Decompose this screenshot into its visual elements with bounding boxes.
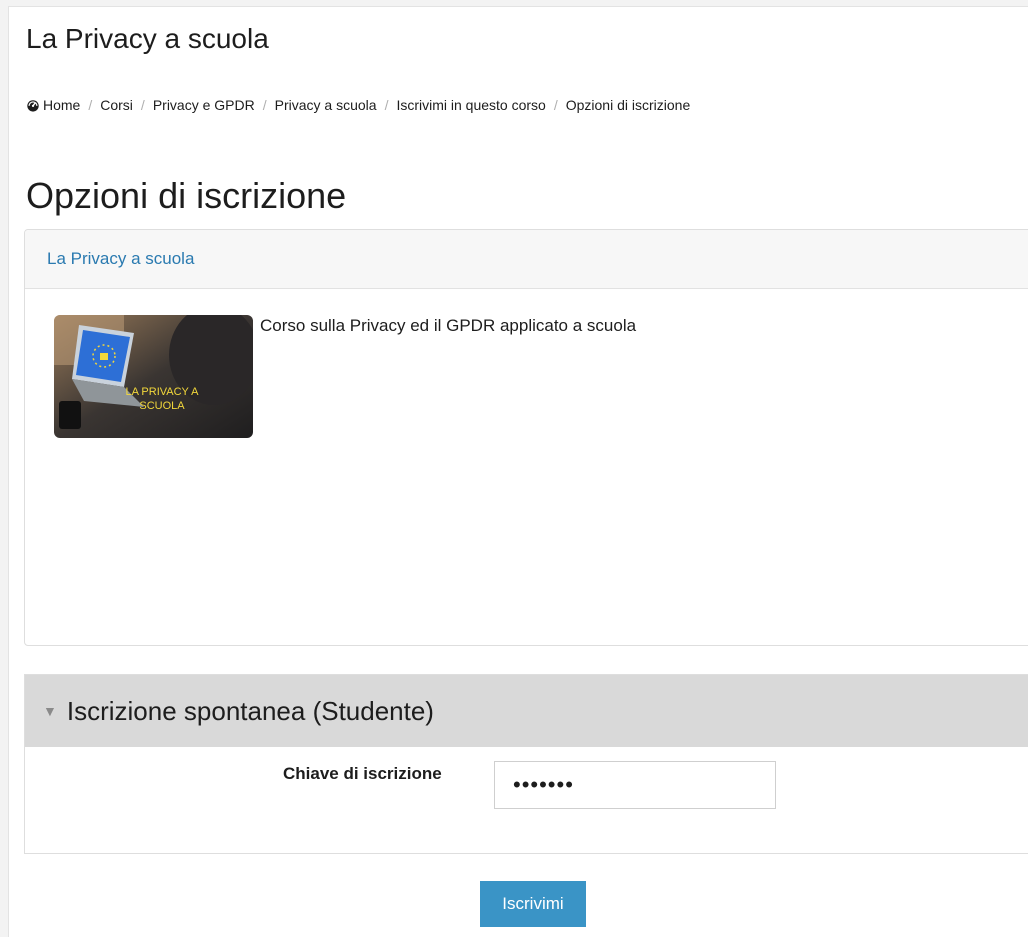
enrolment-key-label: Chiave di iscrizione (283, 764, 442, 783)
breadcrumb-item-category[interactable]: Privacy e GPDR (153, 97, 255, 113)
course-summary: Corso sulla Privacy ed il GPDR applicato… (260, 316, 637, 335)
breadcrumb-item-course[interactable]: Privacy a scuola (275, 97, 377, 113)
course-link[interactable]: La Privacy a scuola (47, 249, 194, 269)
breadcrumb-separator: / (553, 97, 558, 113)
breadcrumb-separator: / (140, 97, 145, 113)
image-caption-line2: SCUOLA (139, 400, 185, 412)
page-container: La Privacy a scuola Home / Corsi / Priva… (8, 6, 1028, 937)
breadcrumb-item-current: Opzioni di iscrizione (565, 97, 691, 113)
enrolment-key-input[interactable]: ••••••• (494, 761, 776, 809)
breadcrumb-separator: / (88, 97, 93, 113)
course-box: La Privacy a scuola LA PRIVACY A SCUOLA … (24, 229, 1028, 646)
course-title: La Privacy a scuola (26, 23, 269, 54)
breadcrumb-separator: / (262, 97, 267, 113)
self-enrolment-header[interactable]: ▼ Iscrizione spontanea (Studente) (25, 675, 1028, 747)
breadcrumb-item-enrol[interactable]: Iscrivimi in questo corso (396, 97, 545, 113)
self-enrolment-section: ▼ Iscrizione spontanea (Studente) Chiave… (24, 674, 1028, 854)
enrol-button[interactable]: Iscrivimi (480, 881, 586, 927)
course-box-header: La Privacy a scuola (25, 230, 1028, 289)
breadcrumb: Home / Corsi / Privacy e GPDR / Privacy … (26, 97, 690, 113)
breadcrumb-home-label: Home (43, 97, 81, 113)
self-enrolment-title: Iscrizione spontanea (Studente) (66, 695, 434, 726)
image-caption-line1: LA PRIVACY A (126, 386, 200, 398)
breadcrumb-item-corsi[interactable]: Corsi (100, 97, 133, 113)
chevron-down-icon[interactable]: ▼ (43, 703, 57, 719)
home-icon (27, 100, 39, 112)
breadcrumb-home[interactable]: Home (26, 97, 80, 113)
page-heading: Opzioni di iscrizione (26, 175, 347, 216)
breadcrumb-separator: / (384, 97, 389, 113)
course-image: LA PRIVACY A SCUOLA (54, 315, 253, 438)
